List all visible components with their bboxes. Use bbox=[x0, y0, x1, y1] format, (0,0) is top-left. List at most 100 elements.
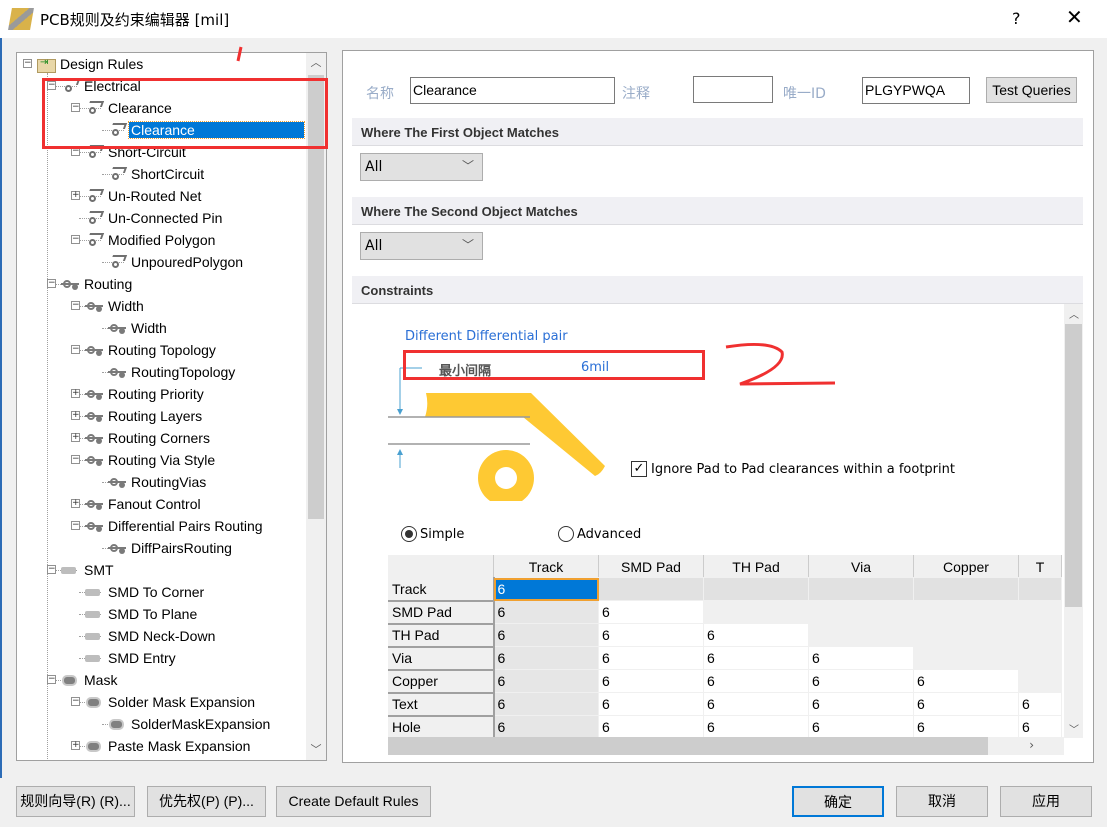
collapse-icon[interactable]: − bbox=[47, 565, 56, 574]
ok-button[interactable]: 确定 bbox=[792, 786, 884, 817]
collapse-icon[interactable]: − bbox=[71, 301, 80, 310]
clearance-matrix[interactable]: Track SMD Pad TH Pad Via Copper T Track 6 SMD Pa… bbox=[388, 555, 1064, 737]
tree-item[interactable]: Width bbox=[108, 318, 169, 338]
apply-button[interactable]: 应用 bbox=[1000, 786, 1092, 817]
tree-item[interactable]: UnpouredPolygon bbox=[108, 252, 245, 272]
tree-scrollbar[interactable]: ︿ ﹀ bbox=[306, 53, 326, 760]
clearance-cell[interactable]: 6 bbox=[703, 623, 809, 647]
clearance-cell[interactable]: 6 bbox=[808, 669, 914, 693]
clearance-cell[interactable]: 6 bbox=[598, 715, 704, 737]
collapse-icon[interactable]: − bbox=[71, 235, 80, 244]
tree-item[interactable]: Un-Routed Net bbox=[85, 186, 203, 206]
collapse-icon[interactable]: − bbox=[47, 675, 56, 684]
tree-item[interactable]: Routing Priority bbox=[85, 384, 206, 404]
priorities-button[interactable]: 优先权(P) (P)... bbox=[147, 786, 266, 817]
rules-tree[interactable]: ︿ ﹀ −Design Rules−Electrical−ClearanceCl… bbox=[16, 52, 327, 761]
tree-item[interactable]: Modified Polygon bbox=[85, 230, 217, 250]
tree-item[interactable]: Routing Layers bbox=[85, 406, 204, 426]
scroll-right-icon[interactable]: › bbox=[1029, 738, 1034, 752]
clearance-cell[interactable]: 6 bbox=[913, 715, 1019, 737]
close-button[interactable]: ✕ bbox=[1066, 5, 1083, 29]
clearance-cell[interactable]: 6 bbox=[703, 669, 809, 693]
tree-item[interactable]: SolderMaskExpansion bbox=[108, 714, 272, 734]
rule-wizard-button[interactable]: 规则向导(R) (R)... bbox=[16, 786, 135, 817]
clearance-cell[interactable]: 6 bbox=[703, 692, 809, 716]
expand-icon[interactable]: + bbox=[71, 191, 80, 200]
clearance-cell[interactable]: 6 bbox=[1018, 692, 1062, 716]
collapse-icon[interactable]: − bbox=[71, 455, 80, 464]
tree-item[interactable]: Routing bbox=[61, 274, 134, 294]
tree-item[interactable]: Paste Mask Expansion bbox=[85, 736, 252, 756]
tree-item[interactable]: Routing Topology bbox=[85, 340, 218, 360]
tree-item[interactable]: Routing Via Style bbox=[85, 450, 217, 470]
help-button[interactable]: ? bbox=[1012, 9, 1021, 28]
advanced-radio[interactable]: Advanced bbox=[558, 526, 641, 542]
clearance-cell[interactable]: 6 bbox=[598, 692, 704, 716]
checkbox-checked-icon[interactable]: ✓ bbox=[631, 461, 647, 477]
tree-item[interactable]: SMD Neck-Down bbox=[85, 626, 217, 646]
collapse-icon[interactable]: − bbox=[71, 345, 80, 354]
scroll-up-icon[interactable]: ︿ bbox=[1069, 306, 1079, 321]
comment-input[interactable] bbox=[693, 76, 773, 103]
collapse-icon[interactable]: − bbox=[23, 59, 32, 68]
clearance-cell[interactable]: 6 bbox=[913, 669, 1019, 693]
tree-item[interactable]: Un-Connected Pin bbox=[85, 208, 224, 228]
expand-icon[interactable]: + bbox=[71, 741, 80, 750]
expand-icon[interactable]: + bbox=[71, 433, 80, 442]
clearance-cell[interactable]: 6 bbox=[493, 669, 599, 693]
radio-selected-icon[interactable] bbox=[401, 526, 417, 542]
tree-item[interactable]: RoutingTopology bbox=[108, 362, 237, 382]
ignore-pad-checkbox[interactable]: ✓ Ignore Pad to Pad clearances within a … bbox=[631, 461, 955, 477]
clearance-cell[interactable]: 6 bbox=[598, 669, 704, 693]
scroll-down-icon[interactable]: ﹀ bbox=[1069, 721, 1079, 736]
scroll-down-icon[interactable]: ﹀ bbox=[306, 740, 326, 760]
clearance-cell[interactable]: 6 bbox=[913, 692, 1019, 716]
expand-icon[interactable]: + bbox=[71, 411, 80, 420]
tree-item[interactable]: SMD To Corner bbox=[85, 582, 206, 602]
tree-item[interactable]: SMD Entry bbox=[85, 648, 178, 668]
matrix-hscroll[interactable]: › bbox=[388, 737, 1064, 755]
second-match-select[interactable]: All ﹀ bbox=[360, 232, 483, 260]
clearance-cell[interactable]: 6 bbox=[493, 646, 599, 670]
clearance-cell[interactable]: 6 bbox=[493, 692, 599, 716]
cancel-button[interactable]: 取消 bbox=[896, 786, 988, 817]
clearance-cell[interactable]: 6 bbox=[493, 715, 599, 737]
tree-item[interactable]: SMD To Plane bbox=[85, 604, 199, 624]
scroll-up-icon[interactable]: ︿ bbox=[306, 53, 326, 73]
name-input[interactable]: Clearance bbox=[410, 77, 615, 104]
first-match-select[interactable]: All ﹀ bbox=[360, 153, 483, 181]
tree-item[interactable]: RoutingVias bbox=[108, 472, 208, 492]
tree-item[interactable]: Solder Mask Expansion bbox=[85, 692, 257, 712]
simple-radio[interactable]: Simple bbox=[401, 526, 464, 542]
clearance-cell[interactable]: 6 bbox=[703, 646, 809, 670]
tree-item[interactable]: Width bbox=[85, 296, 146, 316]
clearance-cell[interactable]: 6 bbox=[493, 577, 599, 601]
clearance-cell[interactable]: 6 bbox=[598, 600, 704, 624]
tree-item[interactable]: DiffPairsRouting bbox=[108, 538, 234, 558]
tree-item[interactable]: Differential Pairs Routing bbox=[85, 516, 265, 536]
constraints-vscroll[interactable]: ︿ ﹀ bbox=[1064, 304, 1083, 738]
clearance-cell[interactable]: 6 bbox=[493, 600, 599, 624]
clearance-cell[interactable]: 6 bbox=[703, 715, 809, 737]
tree-item[interactable]: ShortCircuit bbox=[108, 164, 206, 184]
clearance-cell[interactable]: 6 bbox=[598, 646, 704, 670]
tree-item[interactable]: Mask bbox=[61, 670, 119, 690]
clearance-cell[interactable]: 6 bbox=[493, 623, 599, 647]
expand-icon[interactable]: + bbox=[71, 389, 80, 398]
test-queries-button[interactable]: Test Queries bbox=[986, 77, 1077, 103]
tree-item[interactable]: Design Rules bbox=[37, 54, 145, 74]
scroll-thumb[interactable] bbox=[1065, 324, 1082, 607]
clearance-cell[interactable]: 6 bbox=[808, 715, 914, 737]
radio-unselected-icon[interactable] bbox=[558, 526, 574, 542]
create-default-rules-button[interactable]: Create Default Rules bbox=[276, 786, 431, 817]
collapse-icon[interactable]: − bbox=[47, 279, 56, 288]
clearance-cell[interactable]: 6 bbox=[1018, 715, 1062, 737]
scroll-thumb[interactable] bbox=[388, 737, 988, 755]
unique-id-input[interactable]: PLGYPWQA bbox=[862, 77, 970, 104]
collapse-icon[interactable]: − bbox=[71, 521, 80, 530]
clearance-cell[interactable]: 6 bbox=[808, 646, 914, 670]
collapse-icon[interactable]: − bbox=[71, 697, 80, 706]
expand-icon[interactable]: + bbox=[71, 499, 80, 508]
clearance-cell[interactable]: 6 bbox=[598, 623, 704, 647]
tree-item[interactable]: Routing Corners bbox=[85, 428, 212, 448]
